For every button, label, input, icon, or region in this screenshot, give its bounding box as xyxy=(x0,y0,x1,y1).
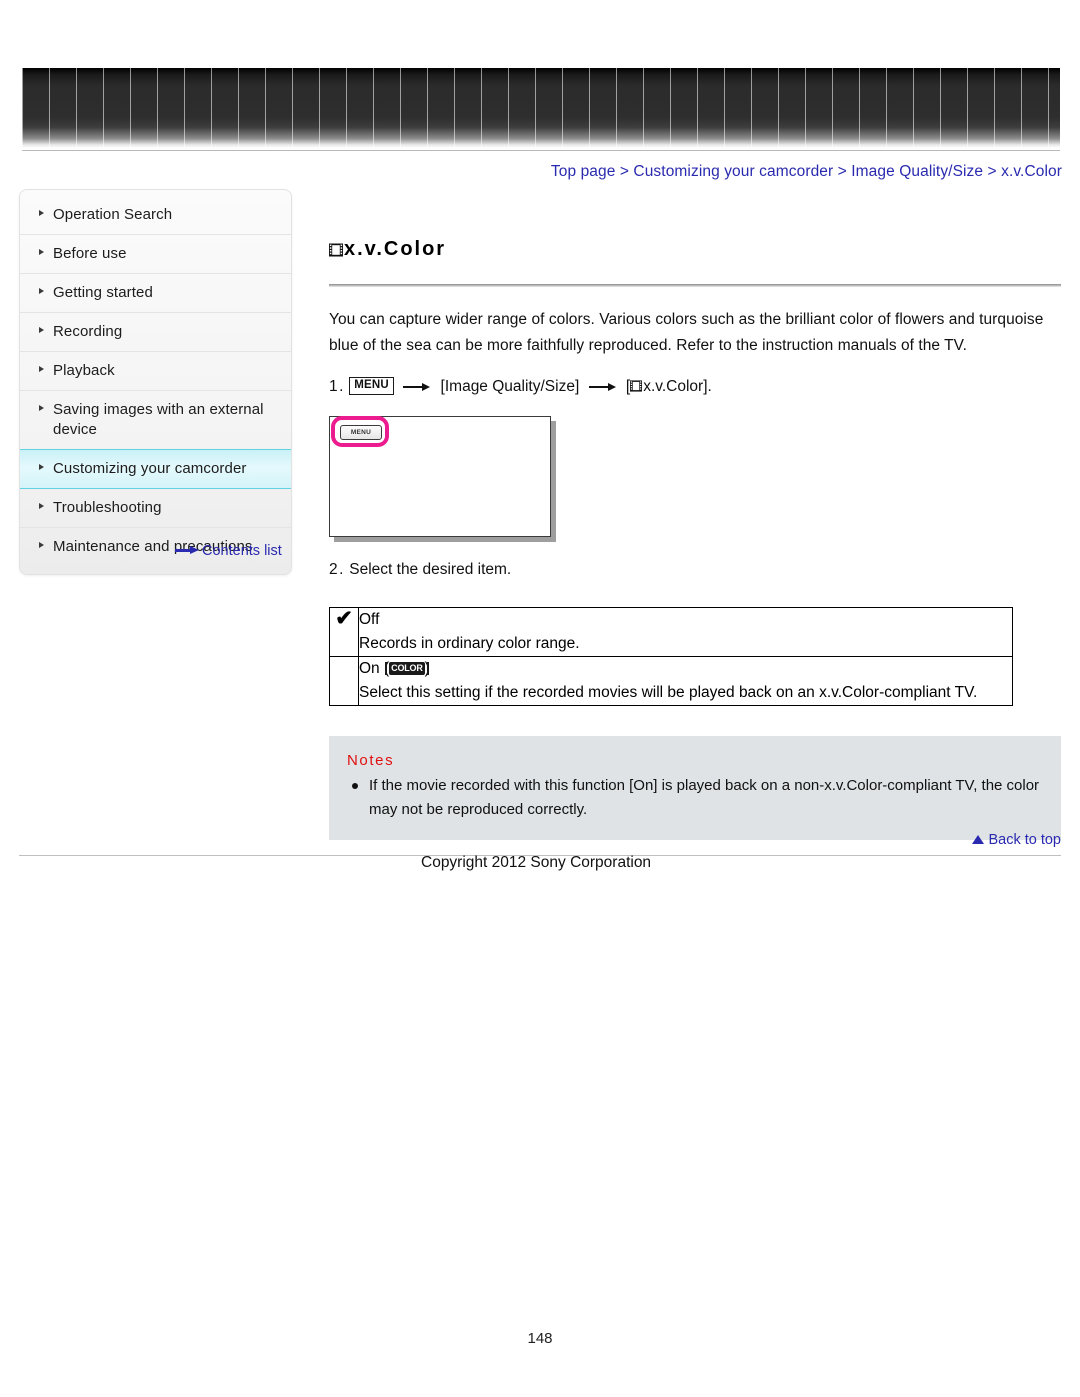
check-icon: ✔ xyxy=(335,607,353,631)
notes-item: If the movie recorded with this function… xyxy=(347,774,1043,822)
table-row[interactable]: On (COLOR) Select this setting if the re… xyxy=(329,656,1013,707)
sidebar-item-label: Operation Search xyxy=(53,206,173,223)
back-to-top-link[interactable]: Back to top xyxy=(972,832,1061,848)
option-name-row: On (COLOR) xyxy=(359,657,1012,681)
sidebar-item-recording[interactable]: Recording xyxy=(20,313,291,352)
option-description: Records in ordinary color range. xyxy=(359,635,580,653)
header-divider xyxy=(22,150,1060,151)
page-title: x.v.Color xyxy=(329,238,1061,270)
triangle-right-icon xyxy=(39,503,44,509)
sidebar-item-playback[interactable]: Playback xyxy=(20,352,291,391)
step-1-part-1: [Image Quality/Size] xyxy=(440,378,580,396)
option-cell: On (COLOR) Select this setting if the re… xyxy=(358,656,1013,707)
sidebar-nav: Operation Search Before use Getting star… xyxy=(19,189,292,575)
sidebar-item-label: Troubleshooting xyxy=(53,499,162,516)
film-strip-icon xyxy=(329,240,343,257)
step-2: 2. Select the desired item. xyxy=(329,557,1061,583)
triangle-right-icon xyxy=(39,405,44,411)
notes-box: Notes If the movie recorded with this fu… xyxy=(329,736,1061,841)
step-2-text: Select the desired item. xyxy=(349,561,512,579)
triangle-right-icon xyxy=(39,464,44,470)
triangle-right-icon xyxy=(39,210,44,216)
sidebar-item-customizing-your-camcorder[interactable]: Customizing your camcorder xyxy=(20,449,291,489)
option-description: Select this setting if the recorded movi… xyxy=(359,684,978,702)
contents-list-label: Contents list xyxy=(202,543,282,559)
step-2-number: 2. xyxy=(329,561,345,579)
arrow-right-icon xyxy=(403,382,431,392)
triangle-right-icon xyxy=(39,366,44,372)
site-header-bar: "Handycam" User Guide Search Print xyxy=(22,68,1060,148)
step-1-part-2: x.v.Color]. xyxy=(643,378,712,396)
sidebar-item-label: Getting started xyxy=(53,284,153,301)
step-1: 1. MENU [Image Quality/Size] [ x.v.Color… xyxy=(329,374,1061,400)
option-name: On xyxy=(359,660,380,678)
sidebar-item-troubleshooting[interactable]: Troubleshooting xyxy=(20,489,291,528)
page-number: 148 xyxy=(527,1330,553,1347)
title-divider xyxy=(329,283,1061,287)
sidebar-item-label: Playback xyxy=(53,362,115,379)
sidebar-item-label: Recording xyxy=(53,323,123,340)
intro-paragraph: You can capture wider range of colors. V… xyxy=(329,310,1044,354)
table-row[interactable]: ✔ Off Records in ordinary color range. xyxy=(329,607,1013,658)
triangle-right-icon xyxy=(39,542,44,548)
arrow-right-icon xyxy=(175,545,199,555)
menu-button-icon: MENU xyxy=(349,377,394,396)
sidebar-item-label: Before use xyxy=(53,245,127,262)
sidebar-item-operation-search[interactable]: Operation Search xyxy=(20,196,291,235)
step-1-number: 1. xyxy=(329,378,345,396)
color-badge-icon: COLOR xyxy=(385,662,429,676)
breadcrumb[interactable]: Top page > Customizing your camcorder > … xyxy=(551,163,1062,181)
options-table: ✔ Off Records in ordinary color range. O… xyxy=(329,607,1013,707)
arrow-right-icon xyxy=(588,382,617,392)
selected-checkmark-cell xyxy=(329,656,359,707)
film-strip-icon xyxy=(630,375,643,392)
triangle-right-icon xyxy=(39,249,44,255)
camcorder-screen-illustration: MENU xyxy=(329,416,557,543)
main-content: x.v.Color You can capture wider range of… xyxy=(329,225,1061,841)
contents-list-link[interactable]: Contents list xyxy=(175,543,282,559)
triangle-up-icon xyxy=(972,835,985,844)
triangle-right-icon xyxy=(39,288,44,294)
option-cell: Off Records in ordinary color range. xyxy=(358,607,1013,658)
highlight-ring xyxy=(331,416,389,448)
option-name: Off xyxy=(359,611,380,629)
selected-checkmark-cell: ✔ xyxy=(329,607,359,658)
notes-title: Notes xyxy=(347,752,395,770)
sidebar-item-before-use[interactable]: Before use xyxy=(20,235,291,274)
sidebar-item-saving-images[interactable]: Saving images with an external device xyxy=(20,391,291,450)
back-to-top-label: Back to top xyxy=(988,832,1061,848)
page-title-text: x.v.Color xyxy=(344,238,447,261)
triangle-right-icon xyxy=(39,327,44,333)
copyright-text: Copyright 2012 Sony Corporation xyxy=(421,854,652,871)
sidebar-item-label: Saving images with an external device xyxy=(53,401,264,438)
sidebar-item-getting-started[interactable]: Getting started xyxy=(20,274,291,313)
sidebar-item-label: Customizing your camcorder xyxy=(53,460,247,477)
